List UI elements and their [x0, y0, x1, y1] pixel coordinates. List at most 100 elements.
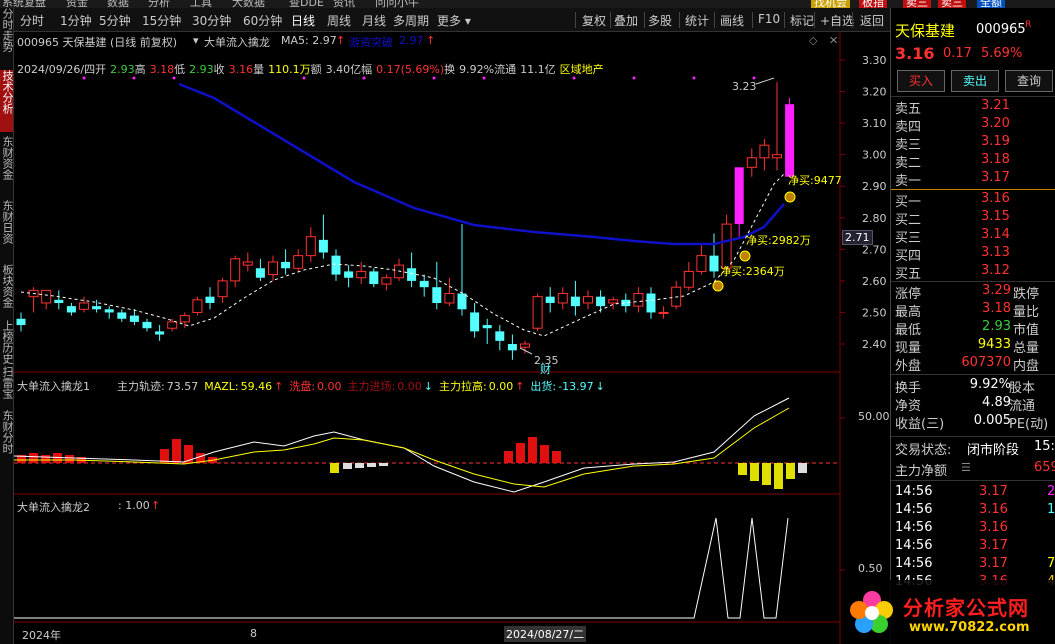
candle-body [520, 343, 530, 348]
period-tab[interactable]: 更多 ▾ [437, 12, 471, 29]
price-tick-label: 2.50 [862, 306, 887, 319]
top-quick-button[interactable]: 找机会 [811, 0, 850, 8]
quote-field: 额 [310, 63, 322, 76]
ind2-name[interactable]: 大单流入擒龙2 [17, 499, 90, 515]
quote-field: 低 [174, 63, 186, 76]
toolbar-action-button[interactable]: F10 [758, 12, 780, 26]
menu-item[interactable]: 系统 [2, 0, 24, 8]
bid-label: 买一 [895, 195, 922, 210]
candle-body [507, 344, 517, 351]
sidebar-tab[interactable]: 东财资金 [0, 136, 13, 198]
sidebar-tab[interactable]: 东财分时 [0, 410, 13, 466]
candle-body [746, 157, 757, 168]
menu-item[interactable]: 分析 [148, 0, 170, 8]
indicator-name[interactable]: 大单流入擒龙 [204, 34, 270, 50]
top-quick-button[interactable]: 全额 [977, 0, 1005, 8]
period-tab[interactable]: 30分钟 [192, 12, 231, 29]
list-icon[interactable]: ☰ [961, 461, 971, 474]
sidebar-tab[interactable]: 扫雷宝 [0, 366, 13, 412]
menu-item[interactable]: 工具 [190, 0, 212, 8]
divider [891, 189, 1055, 190]
buy-button[interactable]: 买入 [897, 70, 945, 92]
ind1-red-bar [41, 455, 50, 463]
menu-item[interactable]: 复盘 [24, 0, 46, 8]
stat-label: 最低 [895, 323, 922, 338]
sidebar-tab[interactable]: 板块资金 [0, 264, 13, 326]
candle-body [596, 296, 606, 307]
top-quick-button[interactable]: 卖三 [903, 0, 931, 8]
sell-button[interactable]: 卖出 [951, 70, 999, 92]
stat-label2: 流通 [1009, 399, 1036, 414]
top-quick-button[interactable]: 板指 [859, 0, 887, 8]
candle-body [92, 306, 102, 310]
period-tab[interactable]: 分时 [20, 12, 44, 29]
menu-item[interactable]: 资讯 [333, 0, 355, 8]
candle-body [344, 271, 354, 278]
ind1-trajectory-line [14, 397, 790, 493]
quote-field: 11.1亿 [520, 63, 556, 76]
quote-field: 换 [444, 63, 456, 76]
toolbar-action-button[interactable]: 统计 [685, 12, 709, 29]
toolbar-action-button[interactable]: 复权 [582, 12, 606, 29]
close-icon[interactable]: ✕ [829, 34, 838, 47]
sidebar-tab[interactable]: 技术分析 [0, 70, 13, 132]
period-tab[interactable]: 15分钟 [142, 12, 181, 29]
period-tab[interactable]: 1分钟 [60, 12, 92, 29]
date-axis-left: 2024年 [22, 629, 61, 642]
period-tab[interactable]: 多周期 [393, 12, 429, 29]
toolbar-action-button[interactable]: 标记 [790, 12, 814, 29]
ind1-field: ↓ [595, 380, 605, 393]
main-flow-label[interactable]: 主力净额 [895, 460, 947, 479]
up-arrow-icon: ↑ [336, 34, 346, 47]
ind1-field: 0.00 [317, 380, 342, 393]
candle-body [230, 258, 241, 282]
period-tab[interactable]: 60分钟 [243, 12, 282, 29]
candle-body [205, 296, 215, 303]
coin-icon [739, 250, 751, 262]
menu-item[interactable]: 查DDE [289, 0, 324, 8]
ind1-field: -13.97 [558, 380, 594, 393]
tick-volume: 27 [1047, 484, 1055, 499]
period-tab[interactable]: 月线 [362, 12, 386, 29]
ask-price: 3.19 [981, 134, 1010, 149]
period-tab[interactable]: 周线 [327, 12, 351, 29]
sidebar-tab[interactable]: 分时走势 [0, 8, 13, 56]
diamond-icon[interactable]: ◇ [809, 34, 817, 47]
quote-field: 开 [95, 63, 107, 76]
stat-label: 涨停 [895, 287, 922, 302]
candle-body [117, 312, 127, 319]
stat-label2: 量比 [1013, 305, 1040, 320]
toolbar-action-button[interactable]: 多股 [648, 12, 672, 29]
toolbar-action-button[interactable]: +自选 [820, 12, 854, 29]
net-buy-label: 净买:2982万 [746, 233, 811, 247]
period-tab[interactable]: 5分钟 [99, 12, 131, 29]
stock-code: 000965 [976, 22, 1026, 37]
top-quick-button[interactable]: 卖三 [938, 0, 966, 8]
period-tab[interactable]: 日线 [291, 12, 315, 29]
toolbar-action-button[interactable]: 叠加 [614, 12, 638, 29]
menu-item[interactable]: 大数据 [232, 0, 265, 8]
candle-body [318, 239, 328, 253]
menu-item[interactable]: 数据 [107, 0, 129, 8]
toolbar-action-button[interactable]: 画线 [720, 12, 744, 29]
quote-field: 区域地产 [559, 63, 604, 76]
menu-item[interactable]: 资金 [66, 0, 88, 8]
query-button[interactable]: 查询 [1005, 70, 1053, 92]
menu-item[interactable]: 问问小牛 [375, 0, 419, 8]
date-axis-mid: 8 [250, 627, 257, 640]
candle-body [721, 223, 732, 269]
price-tick-label: 2.40 [862, 338, 887, 351]
sidebar-tab[interactable]: 上榜历史 [0, 320, 13, 366]
toolbar-action-button[interactable]: 返回 [860, 12, 884, 29]
chart-area[interactable]: 3.30 3.20 3.10 3.00 2.90 2.80 2.70 2.60 2.50 2.40… [14, 32, 890, 644]
main-flow-value: 659 [1034, 460, 1055, 475]
kline-chart-svg[interactable]: 3.30 3.20 3.10 3.00 2.90 2.80 2.70 2.60 2.50 2.40… [14, 32, 890, 644]
ind1-name[interactable]: 大单流入擒龙1 [17, 378, 90, 394]
chart-title: 000965 天保基建 (日线 前复权) [17, 36, 178, 49]
candle-body [709, 255, 719, 272]
quote-field: 2.93 [189, 63, 214, 76]
candle-body [557, 293, 568, 304]
candle-body [41, 289, 52, 304]
sidebar-tab[interactable]: 东财日资 [0, 200, 13, 262]
candle-body [129, 315, 139, 322]
